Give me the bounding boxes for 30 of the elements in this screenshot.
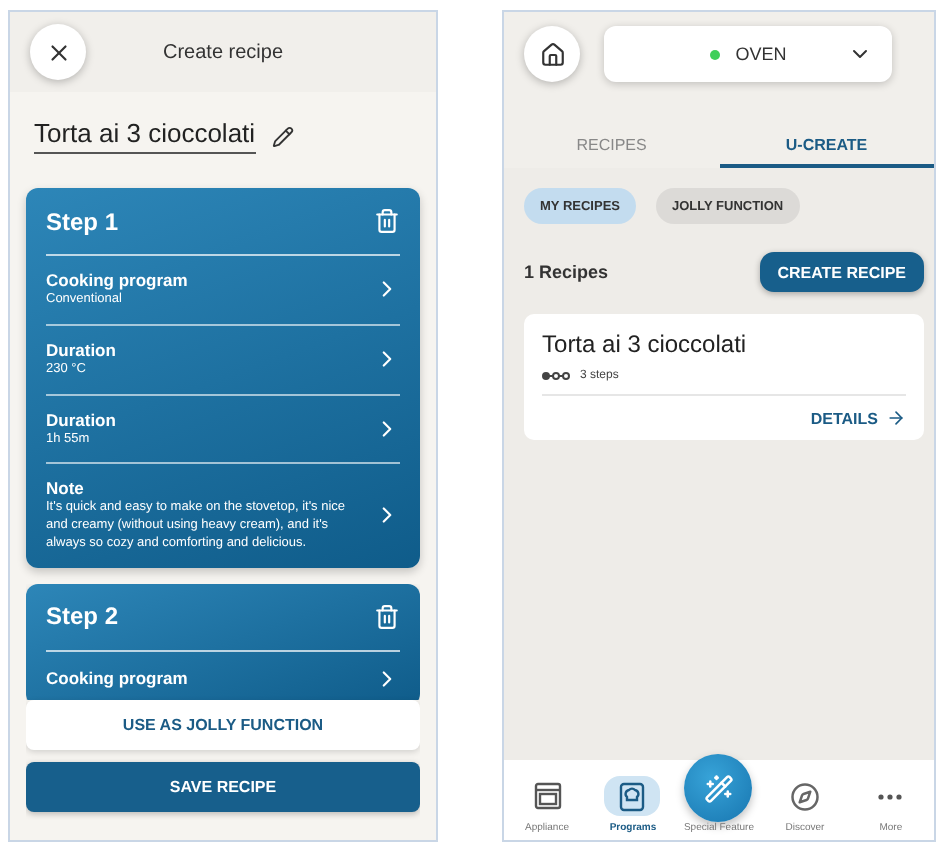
field-label: Duration [46, 339, 118, 360]
trash-icon[interactable] [374, 208, 401, 234]
create-recipe-button[interactable]: CREATE RECIPE [759, 252, 924, 292]
trash-icon[interactable] [374, 603, 401, 630]
home-icon [539, 41, 566, 67]
step-title: Step 2 [46, 602, 119, 631]
wand-icon [703, 773, 734, 803]
details-link[interactable]: DETAILS [810, 396, 906, 432]
book-icon [618, 781, 647, 811]
recipe-name-field[interactable]: Torta ai 3 cioccolati [34, 118, 256, 154]
appliance-select[interactable]: OVEN [604, 26, 893, 82]
field-label: Cooking program [46, 668, 190, 689]
pencil-icon[interactable] [271, 125, 294, 147]
step-title: Step 1 [46, 207, 119, 235]
home-button[interactable] [524, 26, 581, 82]
save-button[interactable]: SAVE RECIPE [26, 761, 421, 812]
recipe-count: 1 Recipes [524, 262, 609, 282]
close-icon [45, 39, 71, 65]
steps-icon [542, 372, 571, 380]
oven-icon [533, 782, 561, 810]
jolly-function-button[interactable]: USE AS JOLLY FUNCTION [26, 699, 421, 750]
more-icon [878, 793, 903, 799]
screen-title: Create recipe [160, 41, 286, 63]
field-label: Cooking program [46, 270, 190, 290]
field-label: Note [46, 478, 86, 499]
compass-icon [789, 781, 820, 811]
close-button[interactable] [30, 24, 86, 80]
field-label: Duration [46, 409, 118, 430]
recipe-name: Torta ai 3 cioccolati [542, 330, 749, 358]
arrow-right-icon [886, 408, 906, 428]
